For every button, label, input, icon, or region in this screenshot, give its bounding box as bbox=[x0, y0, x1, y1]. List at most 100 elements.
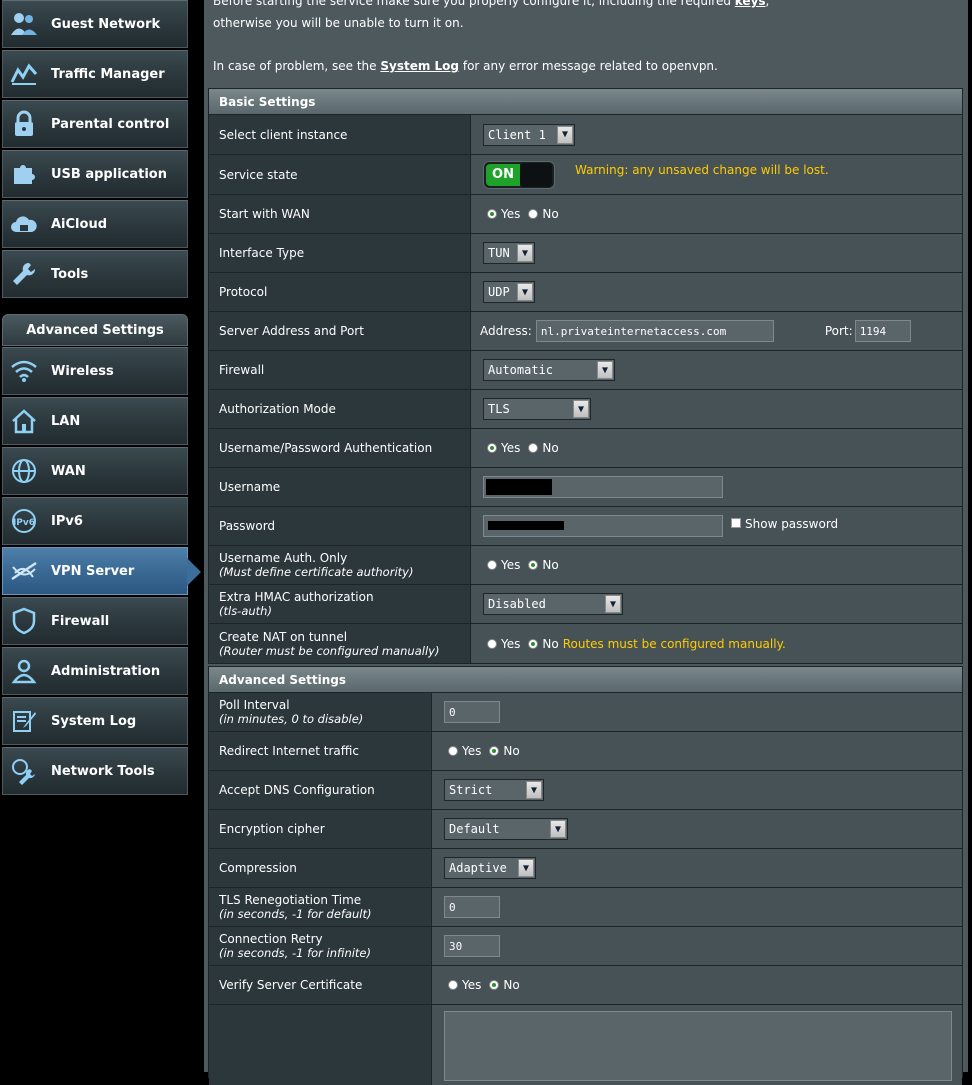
redirect-yes[interactable]: Yes bbox=[448, 744, 481, 758]
field-label: Service state bbox=[209, 155, 471, 194]
verify-cert-row: Verify Server Certificate Yes No bbox=[209, 966, 962, 1005]
sidebar-item-lan[interactable]: LAN bbox=[2, 397, 188, 445]
system-log-link[interactable]: System Log bbox=[380, 59, 459, 73]
dns-select[interactable]: Strict ▼ bbox=[444, 779, 544, 801]
keys-link[interactable]: keys bbox=[735, 0, 766, 8]
custom-config-textarea[interactable] bbox=[444, 1011, 952, 1081]
sidebar-item-system-log[interactable]: System Log bbox=[2, 697, 188, 745]
redacted-password bbox=[488, 521, 564, 530]
username-input[interactable] bbox=[483, 476, 723, 498]
advanced-settings-panel: Advanced Settings Poll Interval (in minu… bbox=[208, 666, 963, 1085]
poll-interval-input[interactable]: 0 bbox=[444, 701, 500, 723]
cipher-select[interactable]: Default ▼ bbox=[444, 818, 568, 840]
field-label-hint: (tls-auth) bbox=[219, 604, 272, 618]
chevron-down-icon: ▼ bbox=[557, 125, 573, 144]
firewall-select[interactable]: Automatic ▼ bbox=[483, 359, 615, 381]
start-with-wan-no[interactable]: No bbox=[528, 207, 559, 221]
start-with-wan-yes[interactable]: Yes bbox=[487, 207, 520, 221]
advanced-settings-header: Advanced Settings bbox=[2, 314, 188, 346]
field-value bbox=[432, 1005, 962, 1085]
sidebar-item-label: IPv6 bbox=[51, 513, 83, 529]
radio-checked[interactable] bbox=[528, 560, 539, 570]
username-only-yes[interactable]: Yes bbox=[487, 558, 520, 572]
sidebar-item-wan[interactable]: WAN bbox=[2, 447, 188, 495]
radio-checked[interactable] bbox=[528, 638, 539, 649]
tls-reneg-input[interactable]: 0 bbox=[444, 896, 500, 918]
intro-line-3: In case of problem, see the System Log f… bbox=[213, 59, 718, 73]
sidebar-item-administration[interactable]: Administration bbox=[2, 647, 188, 695]
port-label: Port: bbox=[824, 324, 853, 338]
ipv6-icon: IPv6 bbox=[9, 506, 39, 536]
sidebar-item-label: WAN bbox=[51, 463, 86, 479]
dns-row: Accept DNS Configuration Strict ▼ bbox=[209, 771, 962, 810]
protocol-select[interactable]: UDP ▼ bbox=[483, 281, 535, 303]
wifi-icon bbox=[9, 356, 39, 386]
retry-input[interactable]: 30 bbox=[444, 935, 500, 957]
field-label: Username/Password Authentication bbox=[209, 429, 471, 467]
radio-checked[interactable] bbox=[487, 209, 497, 219]
field-label: Verify Server Certificate bbox=[209, 966, 432, 1004]
auth-mode-row: Authorization Mode TLS ▼ bbox=[209, 390, 962, 429]
sidebar-item-vpn-server[interactable]: VPN Server bbox=[2, 547, 201, 595]
sidebar-item-tools[interactable]: Tools bbox=[2, 250, 188, 298]
nat-no[interactable]: No bbox=[528, 637, 559, 651]
field-value: TUN ▼ bbox=[471, 234, 962, 272]
radio-unchecked[interactable] bbox=[528, 443, 539, 453]
field-label-hint: (Must define certificate authority) bbox=[219, 565, 414, 579]
sidebar-item-wireless[interactable]: Wireless bbox=[2, 347, 188, 395]
sidebar-item-traffic-manager[interactable]: Traffic Manager bbox=[2, 50, 188, 98]
client-instance-select[interactable]: Client 1 ▼ bbox=[483, 123, 575, 146]
basic-settings-panel: Basic Settings Select client instance Cl… bbox=[208, 88, 963, 664]
field-value: Yes No bbox=[471, 195, 962, 233]
compression-row: Compression Adaptive ▼ bbox=[209, 849, 962, 888]
address-label: Address: bbox=[480, 324, 532, 338]
tls-reneg-row: TLS Renegotiation Time (in seconds, -1 f… bbox=[209, 888, 962, 927]
sidebar-item-ipv6[interactable]: IPv6 IPv6 bbox=[2, 497, 188, 545]
field-value: Disabled ▼ bbox=[471, 585, 962, 623]
chevron-down-icon: ▼ bbox=[597, 361, 613, 379]
radio-unchecked[interactable] bbox=[487, 638, 497, 649]
nat-yes[interactable]: Yes bbox=[487, 637, 520, 651]
field-value: UDP ▼ bbox=[471, 273, 962, 311]
sidebar-item-aicloud[interactable]: AiCloud bbox=[2, 200, 188, 248]
username-only-row: Username Auth. Only (Must define certifi… bbox=[209, 546, 962, 585]
port-input[interactable]: 1194 bbox=[854, 320, 911, 342]
sidebar-item-parental-control[interactable]: Parental control bbox=[2, 100, 188, 148]
sidebar-item-guest-network[interactable]: Guest Network bbox=[2, 0, 188, 48]
field-label-main: TLS Renegotiation Time bbox=[219, 893, 362, 907]
radio-checked[interactable] bbox=[489, 746, 500, 756]
guest-network-icon bbox=[9, 9, 39, 39]
radio-unchecked[interactable] bbox=[448, 746, 458, 756]
interface-type-select[interactable]: TUN ▼ bbox=[483, 242, 535, 264]
select-value: Adaptive bbox=[449, 861, 507, 875]
userpass-auth-no[interactable]: No bbox=[528, 441, 559, 455]
service-state-toggle[interactable]: ON bbox=[483, 160, 555, 189]
auth-mode-select[interactable]: TLS ▼ bbox=[483, 398, 591, 420]
sidebar-item-firewall[interactable]: Firewall bbox=[2, 597, 188, 645]
person-icon bbox=[9, 656, 39, 686]
radio-label: Yes bbox=[501, 636, 521, 651]
verify-cert-yes[interactable]: Yes bbox=[448, 978, 481, 992]
nat-note: Routes must be configured manually. bbox=[562, 636, 786, 651]
password-input[interactable] bbox=[483, 515, 723, 537]
sidebar-item-network-tools[interactable]: Network Tools bbox=[2, 747, 188, 795]
radio-unchecked[interactable] bbox=[528, 209, 539, 219]
radio-checked[interactable] bbox=[489, 980, 500, 990]
show-password-checkbox[interactable] bbox=[731, 518, 741, 528]
intro-line-2: otherwise you will be unable to turn it … bbox=[213, 16, 464, 30]
redacted-username bbox=[486, 479, 552, 495]
compression-select[interactable]: Adaptive ▼ bbox=[444, 857, 536, 879]
radio-unchecked[interactable] bbox=[448, 980, 458, 990]
username-only-no[interactable]: No bbox=[528, 558, 559, 572]
userpass-auth-yes[interactable]: Yes bbox=[487, 441, 520, 455]
hmac-select[interactable]: Disabled ▼ bbox=[483, 593, 623, 615]
redirect-no[interactable]: No bbox=[489, 744, 520, 758]
radio-checked[interactable] bbox=[487, 443, 497, 453]
radio-label: Yes bbox=[501, 441, 521, 455]
sidebar-item-usb-application[interactable]: USB application bbox=[2, 150, 188, 198]
unsaved-warning: Warning: any unsaved change will be lost… bbox=[575, 162, 829, 177]
puzzle-icon bbox=[9, 159, 39, 189]
radio-unchecked[interactable] bbox=[487, 560, 497, 570]
verify-cert-no[interactable]: No bbox=[489, 978, 520, 992]
server-address-input[interactable]: nl.privateinternetaccess.com bbox=[535, 320, 774, 342]
